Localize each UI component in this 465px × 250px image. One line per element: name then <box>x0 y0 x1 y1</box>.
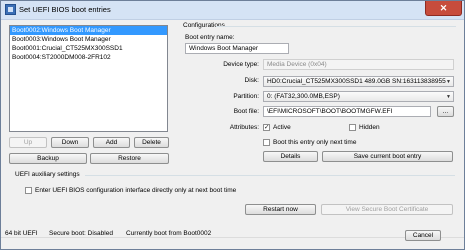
add-button[interactable]: Add <box>93 137 130 148</box>
status-bar <box>1 237 464 250</box>
delete-button[interactable]: Delete <box>134 137 169 148</box>
enter-bios-checkbox[interactable] <box>25 187 32 194</box>
status-secure-boot: Secure boot: Disabled <box>49 230 113 237</box>
close-button[interactable]: ✕ <box>425 1 462 16</box>
hidden-label: Hidden <box>359 124 380 131</box>
browse-button[interactable]: ... <box>437 106 454 117</box>
up-button[interactable]: Up <box>9 137 47 148</box>
boot-entry-item[interactable]: Boot0003:Windows Boot Manager <box>10 35 167 44</box>
dropdown-arrow-icon: ▼ <box>446 94 451 100</box>
boot-entry-item[interactable]: Boot0002:Windows Boot Manager <box>10 26 167 35</box>
boot-once-label: Boot this entry only next time <box>273 139 357 146</box>
app-icon <box>5 4 16 15</box>
down-button[interactable]: Down <box>51 137 89 148</box>
boot-entry-item[interactable]: Boot0001:Crucial_CT525MX300SSD1 <box>10 44 167 53</box>
boot-file-input[interactable]: \EFI\MICROSOFT\BOOT\BOOTMGFW.EFI <box>263 106 431 117</box>
hidden-checkbox[interactable] <box>349 124 356 131</box>
entry-name-label: Boot entry name: <box>185 34 235 41</box>
boot-entry-item[interactable]: Boot0004:ST2000DM008-2FR102 <box>10 53 167 62</box>
status-current-boot: Currently boot from Boot0002 <box>126 230 212 237</box>
partition-label: Partition: <box>233 93 259 100</box>
details-button[interactable]: Details <box>263 151 318 162</box>
partition-select-value: 0: (FAT32,300.0MB,ESP) <box>267 93 340 100</box>
boot-entry-list[interactable]: Boot0002:Windows Boot Manager Boot0003:W… <box>9 25 168 132</box>
configurations-divider <box>216 26 456 27</box>
device-type-field: Media Device (0x04) <box>263 59 454 70</box>
active-checkbox[interactable]: ✓ <box>263 124 270 131</box>
active-label: Active <box>273 124 291 131</box>
aux-settings-heading: UEFI auxiliary settings <box>15 171 80 178</box>
save-boot-entry-button[interactable]: Save current boot entry <box>322 151 453 162</box>
backup-button[interactable]: Backup <box>9 153 87 164</box>
disk-select-value: HD0:Crucial_CT525MX300SSD1 489.0GB SN:16… <box>267 78 446 85</box>
view-secure-boot-cert-button[interactable]: View Secure Boot Certificate <box>321 204 453 215</box>
title-bar[interactable]: Set UEFI BIOS boot entries ✕ <box>1 1 464 20</box>
cancel-button[interactable]: Cancel <box>405 230 441 241</box>
entry-name-input[interactable]: Windows Boot Manager <box>185 43 289 54</box>
status-bits: 64 bit UEFI <box>5 230 38 237</box>
boot-once-checkbox[interactable] <box>263 139 270 146</box>
enter-bios-label: Enter UEFI BIOS configuration interface … <box>35 187 237 194</box>
restart-now-button[interactable]: Restart now <box>245 204 316 215</box>
window-title: Set UEFI BIOS boot entries <box>19 5 111 14</box>
dropdown-arrow-icon: ▼ <box>446 79 451 85</box>
device-type-label: Device type: <box>223 61 259 68</box>
attributes-label: Attributes: <box>229 124 259 131</box>
partition-select[interactable]: 0: (FAT32,300.0MB,ESP) ▼ <box>263 91 454 102</box>
disk-label: Disk: <box>244 77 259 84</box>
aux-settings-divider <box>85 175 455 176</box>
disk-select[interactable]: HD0:Crucial_CT525MX300SSD1 489.0GB SN:16… <box>263 76 454 87</box>
boot-file-label: Boot file: <box>233 108 259 115</box>
dialog-window: Set UEFI BIOS boot entries ✕ Boot0002:Wi… <box>0 0 465 250</box>
restore-button[interactable]: Restore <box>90 153 169 164</box>
